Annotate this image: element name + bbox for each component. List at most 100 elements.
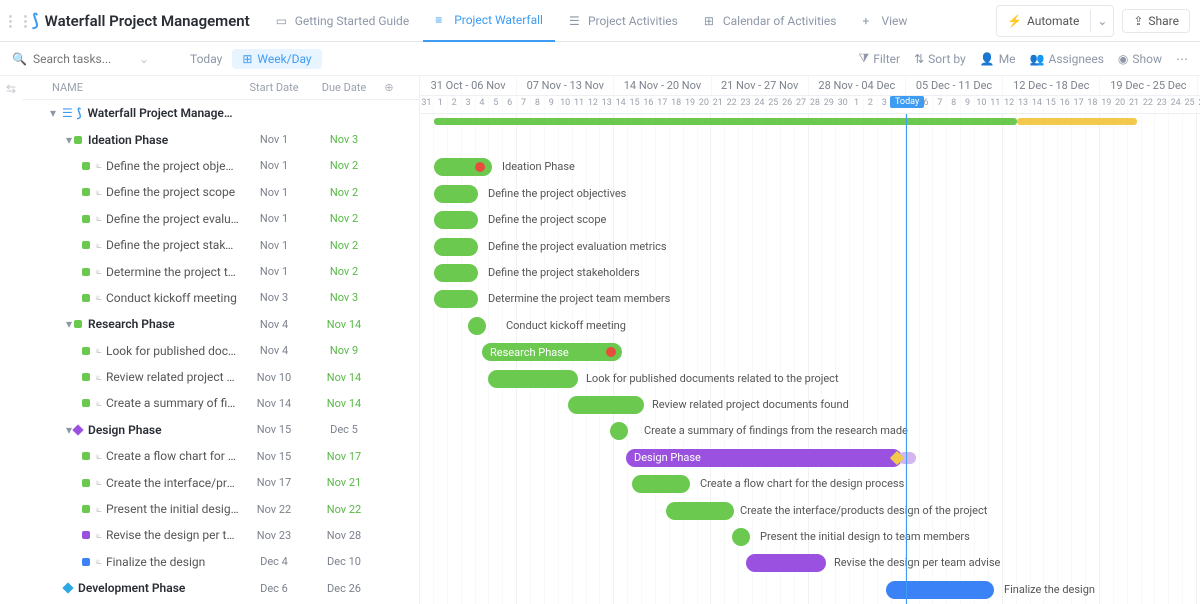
- day-header: 10: [975, 96, 989, 113]
- due-date: Nov 14: [309, 371, 379, 384]
- day-header: 18: [1086, 96, 1100, 113]
- due-date: Dec 10: [309, 555, 379, 568]
- day-header: 18: [670, 96, 684, 113]
- automate-button[interactable]: ⚡ Automate ⌄: [996, 5, 1114, 37]
- day-header: 2: [448, 96, 462, 113]
- due-date: Dec 26: [309, 582, 379, 595]
- me-button[interactable]: 👤Me: [980, 52, 1016, 66]
- day-header: 1: [850, 96, 864, 113]
- task-row[interactable]: ▾Ideation PhaseNov 1Nov 3: [22, 126, 419, 152]
- weekday-toggle[interactable]: ⊞ Week/Day: [232, 49, 321, 69]
- show-button[interactable]: ◉Show: [1118, 52, 1162, 66]
- tab-3[interactable]: ⊞Calendar of Activities: [692, 0, 849, 42]
- gantt-bar[interactable]: [746, 554, 826, 572]
- task-row[interactable]: ⟀Review related project docu...Nov 10Nov…: [22, 364, 419, 390]
- gantt-bar[interactable]: [434, 264, 478, 282]
- task-title: Development Phase: [78, 581, 239, 595]
- caret-icon[interactable]: ▾: [64, 317, 74, 331]
- tab-0[interactable]: ▭Getting Started Guide: [264, 0, 421, 42]
- chevron-down-icon[interactable]: ⌄: [139, 52, 149, 66]
- day-header: 22: [725, 96, 739, 113]
- gantt-bar[interactable]: [468, 317, 486, 335]
- day-header: 21: [1128, 96, 1142, 113]
- task-row[interactable]: ⟀Define the project evaluation...Nov 1No…: [22, 206, 419, 232]
- gantt-bar[interactable]: [568, 396, 644, 414]
- dependency-icon: ⟀: [96, 160, 102, 171]
- start-date: Nov 22: [239, 503, 309, 516]
- task-title: Create a flow chart for the d...: [106, 449, 239, 463]
- gantt-bar[interactable]: [610, 422, 628, 440]
- gantt-bar[interactable]: Design Phase: [626, 449, 902, 467]
- gantt-bar[interactable]: [434, 185, 478, 203]
- task-row[interactable]: ⟀Conduct kickoff meetingNov 3Nov 3: [22, 285, 419, 311]
- task-row[interactable]: ⟀Create a summary of finding...Nov 14Nov…: [22, 390, 419, 416]
- day-header: 9: [545, 96, 559, 113]
- day-header: 4: [476, 96, 490, 113]
- tab-2[interactable]: ☰Project Activities: [557, 0, 690, 42]
- gantt-bar[interactable]: Research Phase: [482, 343, 622, 361]
- task-row[interactable]: ▾Research PhaseNov 4Nov 14: [22, 311, 419, 337]
- task-title: Define the project evaluation...: [106, 212, 239, 226]
- chevron-down-icon[interactable]: ⌄: [1090, 10, 1103, 32]
- more-button[interactable]: ⋯: [1176, 52, 1188, 66]
- dependency-icon: ⟀: [96, 398, 102, 409]
- day-header: 1: [434, 96, 448, 113]
- bar-label: Create a flow chart for the design proce…: [700, 477, 904, 490]
- start-date: Nov 4: [239, 318, 309, 331]
- gantt-bar[interactable]: [632, 475, 690, 493]
- task-row[interactable]: ⟀Look for published documen...Nov 4Nov 9: [22, 338, 419, 364]
- task-row[interactable]: ⟀Finalize the designDec 4Dec 10: [22, 549, 419, 575]
- day-header: 21: [711, 96, 725, 113]
- caret-icon[interactable]: ▾: [64, 133, 74, 147]
- task-row[interactable]: ⟀Define the project stakehold...Nov 1Nov…: [22, 232, 419, 258]
- today-button[interactable]: Today: [180, 49, 232, 69]
- task-row[interactable]: ⟀Define the project objectivesNov 1Nov 2: [22, 153, 419, 179]
- sortby-button[interactable]: ⇅Sort by: [914, 52, 966, 66]
- start-date: Nov 15: [239, 450, 309, 463]
- assignees-button[interactable]: 👥Assignees: [1030, 52, 1104, 66]
- status-square: [82, 505, 90, 513]
- bolt-icon: ⚡: [1007, 14, 1022, 28]
- caret-icon[interactable]: ▾: [48, 106, 58, 120]
- day-header: 30: [836, 96, 850, 113]
- add-column-button[interactable]: ⊕: [379, 81, 399, 94]
- gantt-bar[interactable]: [434, 211, 478, 229]
- column-start: Start Date: [239, 81, 309, 94]
- tab-4[interactable]: +View: [850, 0, 919, 42]
- task-row[interactable]: ⟀Create a flow chart for the d...Nov 15N…: [22, 443, 419, 469]
- gantt-bar[interactable]: [434, 238, 478, 256]
- gantt-bar[interactable]: [434, 290, 478, 308]
- status-square: [82, 373, 90, 381]
- task-row[interactable]: ▾Design PhaseNov 15Dec 5: [22, 417, 419, 443]
- task-title: Conduct kickoff meeting: [106, 291, 239, 305]
- share-button[interactable]: ⇪ Share: [1122, 9, 1190, 33]
- task-row[interactable]: ⟀Determine the project team ...Nov 1Nov …: [22, 258, 419, 284]
- tab-1[interactable]: ≡Project Waterfall: [423, 0, 555, 42]
- bar-label: Determine the project team members: [488, 292, 670, 305]
- day-header: 11: [989, 96, 1003, 113]
- task-row[interactable]: ▾☰⟆Waterfall Project Management: [22, 100, 419, 126]
- project-title: Waterfall Project Management: [45, 12, 250, 30]
- day-header: 13: [1017, 96, 1031, 113]
- task-title: Create a summary of finding...: [106, 396, 239, 410]
- task-title: Define the project objectives: [106, 159, 239, 173]
- start-date: Nov 1: [239, 186, 309, 199]
- filter-button[interactable]: ⧩Filter: [859, 51, 901, 66]
- gantt-bar[interactable]: [886, 581, 994, 599]
- day-header: 7: [933, 96, 947, 113]
- task-row[interactable]: ⟀Present the initial design to t...Nov 2…: [22, 496, 419, 522]
- gantt-bar[interactable]: [488, 370, 578, 388]
- gantt-bar[interactable]: [732, 528, 750, 546]
- people-icon: 👥: [1030, 52, 1045, 66]
- task-row[interactable]: ⟀Define the project scopeNov 1Nov 2: [22, 179, 419, 205]
- task-title: Determine the project team ...: [106, 265, 239, 279]
- week-header: 14 Nov - 20 Nov: [614, 76, 711, 95]
- sidebar-collapse[interactable]: ⇆: [0, 76, 22, 604]
- search-input[interactable]: 🔍 ⌄: [12, 52, 162, 66]
- start-date: Nov 14: [239, 397, 309, 410]
- gantt-bar[interactable]: [666, 502, 734, 520]
- day-header: 16: [642, 96, 656, 113]
- task-row[interactable]: ⟀Revise the design per team a...Nov 23No…: [22, 522, 419, 548]
- task-row[interactable]: ⟀Create the interface/product...Nov 17No…: [22, 469, 419, 495]
- task-row[interactable]: Development PhaseDec 6Dec 26: [22, 575, 419, 601]
